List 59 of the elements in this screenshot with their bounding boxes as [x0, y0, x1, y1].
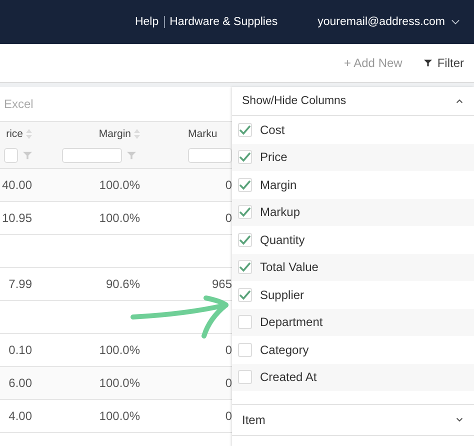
column-option[interactable]: Markup — [260, 205, 300, 220]
table-cell-text: 0 — [224, 376, 232, 390]
checkbox[interactable] — [238, 205, 252, 220]
filter-input[interactable] — [62, 148, 122, 162]
table-cell-text: 40.00 — [0, 178, 32, 192]
checkbox[interactable] — [238, 315, 252, 330]
column-option[interactable]: Supplier — [260, 288, 304, 302]
table-cell-text: 100.0% — [98, 376, 140, 390]
table-cell-text: 0 — [224, 409, 232, 423]
table-cell-text: 90.6% — [104, 277, 140, 291]
chevron-down-icon — [451, 19, 460, 25]
filter-input[interactable] — [4, 148, 18, 162]
sort-icon[interactable] — [26, 129, 32, 139]
column-option[interactable]: Department — [260, 315, 323, 330]
column-option[interactable]: Quantity — [260, 232, 305, 247]
nav-link[interactable]: Help — [134, 16, 159, 28]
checkbox[interactable] — [238, 178, 252, 192]
table-cell-text: 100.0% — [98, 178, 140, 192]
column-option[interactable]: Created At — [260, 370, 317, 384]
table-cell-text: 0 — [224, 343, 232, 357]
checkbox[interactable] — [238, 150, 252, 164]
filter-icon[interactable] — [23, 150, 32, 160]
column-header[interactable]: Margin — [98, 128, 131, 140]
table-cell-text: 0.10 — [8, 343, 32, 357]
table-cell-text: 100.0% — [98, 409, 140, 423]
column-option[interactable]: Margin — [260, 178, 297, 192]
filter-input[interactable] — [188, 148, 232, 162]
checkbox[interactable] — [238, 232, 252, 247]
checkbox[interactable] — [238, 370, 252, 384]
table-cell-text: 965 — [210, 277, 232, 291]
column-option[interactable]: Total Value — [260, 260, 318, 274]
nav-link[interactable]: Hardware & Supplies — [170, 16, 278, 28]
column-header[interactable]: Marku — [188, 128, 218, 140]
chevron-up-icon[interactable] — [455, 98, 464, 104]
checkbox[interactable] — [238, 260, 252, 274]
column-option[interactable]: Category — [260, 342, 309, 357]
panel-title: Show/Hide Columns — [242, 95, 346, 107]
filter-icon — [424, 59, 432, 67]
panel-header[interactable]: Show/Hide Columns — [232, 87, 474, 116]
column-option[interactable]: Cost — [260, 122, 285, 137]
column-header[interactable]: rice — [6, 128, 23, 140]
checkbox[interactable] — [238, 122, 252, 137]
section-title: Item — [242, 413, 266, 427]
panel-section[interactable]: Item — [232, 405, 474, 436]
table-cell-text: 7.99 — [8, 277, 32, 291]
table-cell-text: 0 — [224, 211, 232, 225]
filter-icon[interactable] — [127, 150, 136, 160]
filter-button[interactable]: Filter — [424, 56, 464, 70]
table-cell-text: 100.0% — [98, 211, 140, 225]
table-cell-text: 0 — [224, 178, 232, 192]
checkbox[interactable] — [238, 342, 252, 357]
column-option[interactable]: Price — [260, 150, 288, 164]
checkbox[interactable] — [238, 288, 252, 302]
sort-icon[interactable] — [134, 129, 140, 139]
table-cell-text: 100.0% — [98, 343, 140, 357]
account-menu[interactable]: youremail@address.com — [318, 16, 460, 28]
table-cell-text: 10.95 — [0, 211, 32, 225]
table-cell-text: 4.00 — [8, 409, 32, 423]
table-cell-text: 6.00 — [8, 376, 32, 390]
